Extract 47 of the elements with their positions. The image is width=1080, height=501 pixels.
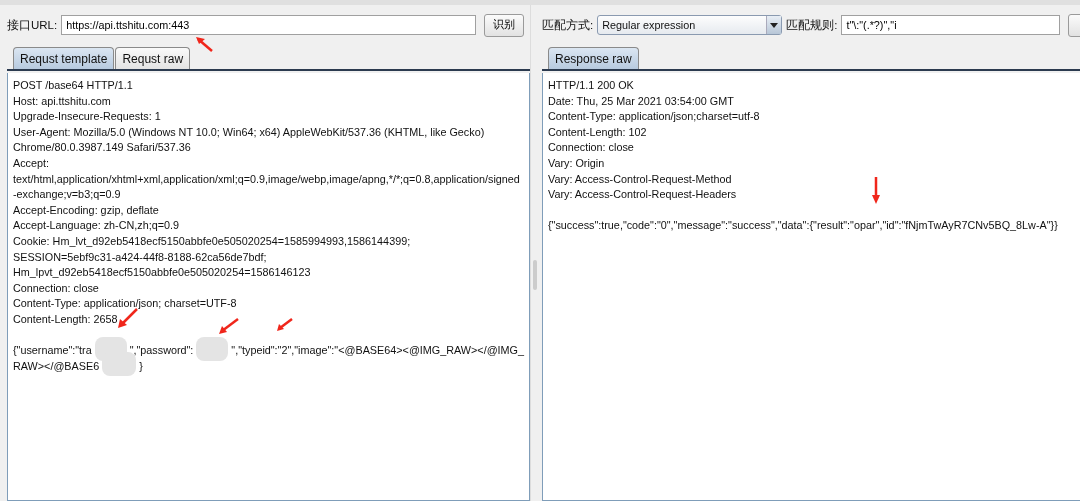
request-line: User-Agent: Mozilla/5.0 (Windows NT 10.0; Win64; x64) AppleWebKit/537.36 (KHTML, like Gecko) [13,124,485,140]
arrow-icon [193,34,215,54]
request-editor[interactable] [7,73,530,501]
match-mode-label: 匹配方式: [542,17,594,33]
response-line: Content-Type: application/json;charset=utf-8 [548,109,760,125]
tab[interactable]: Requst raw [115,47,191,69]
request-line: Content-Type: application/json; charset=UTF-8 [13,296,237,312]
caret-icon [770,22,779,28]
request-line: Connection: close [13,280,99,296]
tab[interactable]: Response raw [548,47,639,69]
response-editor[interactable] [542,73,1080,501]
request-body-text: } [139,358,143,374]
response-line: Connection: close [548,140,634,156]
request-line: Cookie: Hm_lvt_d92eb5418ecf5150abbfe0e505020254=1585994993,1586144399; [13,233,411,249]
request-line: SESSION=5ebf9c31-a424-44f8-8188-62ca56de7bdf; [13,249,267,265]
match-mode-dropdown[interactable]: Regular expression [597,15,783,35]
tab[interactable]: Requst template [13,47,115,69]
response-line: Vary: Access-Control-Request-Headers [548,187,737,203]
request-body-text: {"username":"tra [13,343,92,359]
response-line: Content-Length: 102 [548,124,647,140]
response-line: Vary: Access-Control-Request-Method [548,171,732,187]
url-field[interactable]: https://api.ttshitu.com:443 [61,15,476,35]
url-label: 接口URL: [7,17,58,33]
match-rule-field[interactable]: t"\:"(.*?)","i [841,15,1060,35]
response-line: Vary: Origin [548,155,605,171]
response-body: {"success":true,"code":"0","message":"success","data":{"result":"opar","id":"fNjmTwAyR7CNv5BQ_8Lw-A"}} [548,218,1058,234]
request-line: Accept-Encoding: gzip, deflate [13,202,159,218]
request-line: Accept: [13,155,49,171]
request-line: -exchange;v=b3;q=0.9 [13,187,121,203]
request-line: text/html,application/xhtml+xml,application/xml;q=0.9,image/webp,image/apng,*/*;q=0.8,application/signed [13,171,520,187]
request-line: POST /base64 HTTP/1.1 [13,78,133,93]
arrow-icon [274,317,294,333]
request-line: Hm_lpvt_d92eb5418ecf5150abbfe0e505020254=1586146123 [13,265,311,281]
request-line: Upgrade-Insecure-Requests: 1 [13,109,161,125]
request-line: Accept-Language: zh-CN,zh;q=0.9 [13,218,179,234]
blurred-patch [196,336,229,361]
response-line: Date: Thu, 25 Mar 2021 03:54:00 GMT [548,93,734,109]
response-line: HTTP/1.1 200 OK [548,78,634,93]
request-line: Chrome/80.0.3987.149 Safari/537.36 [13,140,191,156]
arrow-icon [870,175,882,205]
match-rule-label: 匹配规则: [786,17,838,33]
request-body-text: RAW></@BASE6 [13,358,100,374]
request-body-text: ","password": [129,343,194,359]
request-line: Host: api.ttshitu.com [13,93,111,109]
recognize-button[interactable]: 识别 [484,13,524,37]
request-line: Content-Length: 2658 [13,311,118,327]
request-body-text: ","typeid":"2","image":"<@BASE64><@IMG_RAW></@IMG_ [231,343,524,359]
